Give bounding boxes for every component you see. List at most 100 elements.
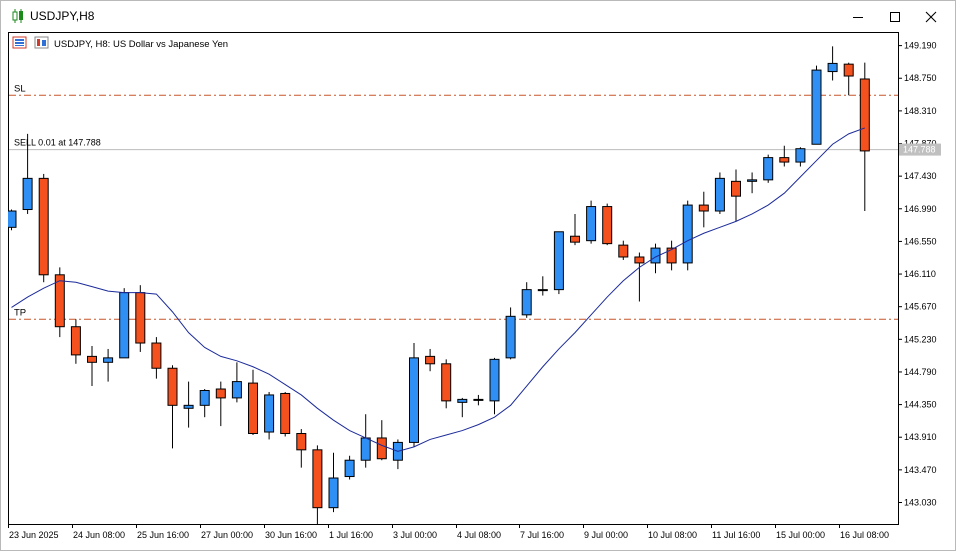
candle-body — [425, 355, 436, 365]
trade-levels-icon[interactable] — [34, 36, 49, 49]
candle-body — [859, 78, 870, 152]
price-tick-label: 147.430 — [904, 171, 937, 181]
price-tick-label: 146.990 — [904, 204, 937, 214]
candle-body — [682, 204, 693, 264]
candle-body — [795, 148, 806, 163]
time-tick-label: 30 Jun 16:00 — [265, 530, 317, 540]
candle-body — [119, 292, 130, 359]
price-tick-label: 148.750 — [904, 73, 937, 83]
candle-body — [248, 382, 258, 435]
candle-body — [264, 394, 275, 433]
candle-body — [714, 177, 725, 212]
price-tick-label: 143.470 — [904, 465, 937, 475]
time-tick-label: 10 Jul 08:00 — [648, 530, 697, 540]
maximize-icon — [890, 11, 900, 22]
price-tick-label: 143.030 — [904, 497, 937, 507]
candle-body — [698, 204, 709, 212]
candle-body — [505, 315, 516, 359]
candle-body — [296, 433, 307, 451]
candle-body — [280, 392, 291, 435]
candle-body — [6, 210, 17, 228]
time-tick-label: 25 Jun 16:00 — [137, 530, 189, 540]
time-tick-label: 27 Jun 00:00 — [201, 530, 253, 540]
time-tick-label: 16 Jul 08:00 — [840, 530, 889, 540]
time-tick-label: 24 Jun 08:00 — [73, 530, 125, 540]
price-tick-label: 148.310 — [904, 106, 937, 116]
candle-body — [586, 206, 597, 242]
current-price-tag-text: 147.788 — [903, 145, 936, 155]
candle-body — [360, 437, 371, 461]
chart-area[interactable]: USDJPY, H8: US Dollar vs Japanese Yen SL… — [6, 32, 954, 548]
time-tick-label: 15 Jul 00:00 — [776, 530, 825, 540]
candle-body — [199, 389, 210, 406]
time-tick-label: 3 Jul 00:00 — [393, 530, 437, 540]
take-profit-label: TP — [14, 307, 26, 318]
candle-body — [103, 357, 114, 363]
maximize-button[interactable] — [878, 1, 912, 32]
candle-body — [183, 404, 194, 409]
price-tick-label: 145.670 — [904, 302, 937, 312]
price-tick-label: 144.790 — [904, 367, 937, 377]
candle-body — [473, 398, 484, 401]
candle-body — [409, 357, 419, 443]
close-button[interactable] — [914, 1, 948, 32]
candle-body — [779, 157, 790, 163]
candle-body — [763, 157, 774, 181]
plot-frame — [8, 32, 899, 525]
candle-body — [215, 388, 226, 399]
chart-window: USDJPY,H8 USDJPY, H8: US Dollar vs Japan… — [0, 0, 956, 551]
candle-body — [521, 289, 532, 316]
candle-body — [731, 180, 741, 197]
candle-body — [87, 355, 97, 363]
stop-loss-label: SL — [14, 83, 26, 94]
minimize-button[interactable] — [841, 1, 875, 32]
candle-body — [634, 256, 645, 264]
time-tick-label: 7 Jul 16:00 — [520, 530, 564, 540]
candle-body — [441, 363, 452, 402]
price-tick-label: 145.230 — [904, 334, 937, 344]
close-icon — [925, 11, 937, 22]
price-tick-label: 149.190 — [904, 41, 937, 51]
candlestick-chart-icon — [12, 9, 23, 23]
order-label: SELL 0.01 at 147.788 — [14, 138, 101, 148]
candle-body — [231, 381, 242, 399]
time-tick-label: 11 Jul 16:00 — [712, 530, 760, 540]
time-axis[interactable]: 23 Jun 2025 24 Jun 08:00 25 Jun 16:00 27 Ju… — [8, 524, 890, 540]
time-tick-label: 1 Jul 16:00 — [329, 530, 373, 540]
candle-body — [666, 247, 677, 264]
price-chart[interactable]: USDJPY, H8: US Dollar vs Japanese Yen SL… — [6, 32, 954, 548]
price-tick-label: 144.350 — [904, 400, 937, 410]
candle-body — [22, 177, 33, 211]
candle-body — [70, 326, 81, 356]
candle-body — [151, 342, 162, 369]
candle-body — [344, 459, 355, 478]
candle-body — [618, 244, 629, 258]
price-tick-label: 146.550 — [904, 236, 937, 246]
candle-body — [827, 62, 838, 73]
candle-body — [489, 358, 500, 402]
candle-body — [328, 477, 339, 509]
candle-body — [167, 367, 178, 406]
chart-header-icon[interactable] — [12, 36, 27, 49]
time-tick-label: 4 Jul 08:00 — [457, 530, 501, 540]
candle-body — [570, 235, 580, 243]
candle-body — [312, 449, 323, 509]
price-tick-label: 143.910 — [904, 432, 937, 442]
minimize-icon — [853, 16, 863, 18]
candle-body — [537, 289, 548, 292]
candle-body — [38, 177, 49, 276]
candle-body — [553, 231, 564, 291]
price-axis[interactable]: 149.190148.750148.310147.870147.430146.9… — [898, 41, 937, 508]
title-bar[interactable]: USDJPY,H8 — [1, 1, 955, 32]
candle-body — [457, 398, 468, 403]
candle-body — [376, 437, 387, 460]
candle-body — [135, 292, 146, 344]
price-tick-label: 146.110 — [904, 269, 936, 279]
window-title: USDJPY,H8 — [30, 9, 95, 23]
time-tick-label: 23 Jun 2025 — [9, 530, 59, 540]
candle-body — [602, 206, 613, 245]
candle-body — [747, 179, 758, 182]
candle-body — [843, 63, 854, 77]
time-tick-label: 9 Jul 00:00 — [584, 530, 628, 540]
chart-header-text: USDJPY, H8: US Dollar vs Japanese Yen — [54, 39, 228, 50]
